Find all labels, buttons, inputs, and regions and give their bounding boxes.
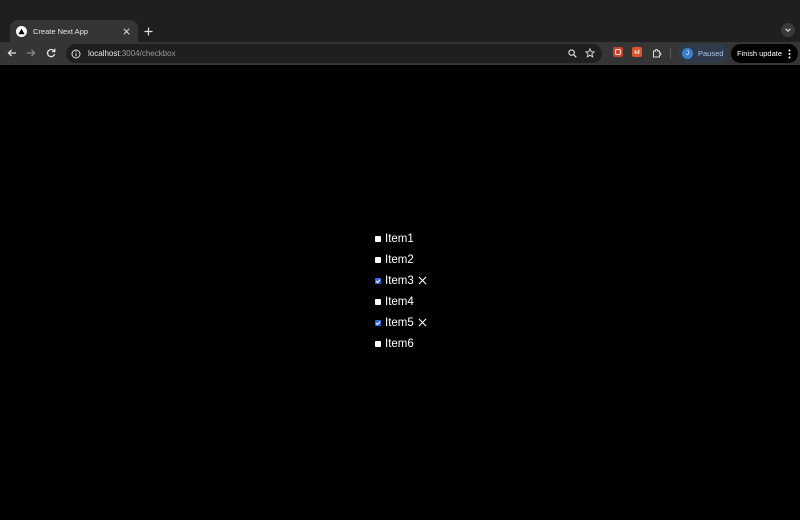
page-content: Item1 Item2 Item3 Item4 Item5 Item6 [0,65,800,520]
tab-strip: Create Next App [0,0,800,42]
list-item: Item3 [375,270,428,291]
profile-status: Paused [698,49,724,58]
kebab-menu-icon[interactable] [786,48,792,60]
list-item: Item1 [375,228,428,249]
item-checkbox[interactable] [375,340,381,347]
profile-button[interactable]: J Paused [678,44,728,63]
list-item: Item5 [375,312,428,333]
chevron-down-icon [785,28,791,32]
arrow-left-icon [7,49,16,57]
item-checkbox[interactable] [375,256,381,263]
back-button[interactable] [5,46,19,60]
avatar: J [682,48,693,59]
tab-title: Create Next App [33,26,89,36]
checkbox-list: Item1 Item2 Item3 Item4 Item5 Item6 [375,228,428,354]
list-item: Item4 [375,291,428,312]
site-info-icon[interactable] [70,48,82,60]
triangle-icon [16,25,27,37]
extensions-puzzle-icon[interactable] [650,46,664,60]
plus-icon [143,26,153,36]
browser-tab[interactable]: Create Next App [10,20,138,42]
browser-toolbar: localhost:3004/checkbox J Paused Finish … [0,42,800,65]
url-text[interactable]: localhost:3004/checkbox [88,49,176,58]
item-label: Item3 [385,274,414,287]
item-checkbox[interactable] [375,277,381,284]
toolbar-divider [670,48,671,59]
forward-button[interactable] [24,46,38,60]
finish-update-label: Finish update [737,49,783,58]
item-label: Item1 [385,232,414,245]
bookmark-star-icon[interactable] [584,47,596,59]
remove-item-icon[interactable] [418,318,428,328]
remove-item-icon[interactable] [418,276,428,286]
tab-search-button[interactable] [781,23,795,37]
url-host: localhost [88,49,120,58]
item-checkbox[interactable] [375,298,381,305]
item-checkbox[interactable] [375,235,381,242]
reload-button[interactable] [44,46,58,60]
extension-icon-1[interactable] [613,47,623,57]
item-label: Item4 [385,295,414,308]
checkmark-icon [375,278,381,283]
reload-icon [46,48,56,58]
item-checkbox[interactable] [375,319,381,326]
list-item: Item6 [375,333,428,354]
arrow-right-icon [27,49,36,57]
address-bar[interactable]: localhost:3004/checkbox [66,44,602,63]
item-label: Item6 [385,337,414,350]
finish-update-button[interactable]: Finish update [731,44,798,63]
close-icon[interactable] [120,25,132,37]
new-tab-button[interactable] [141,24,155,38]
extension-icon-2[interactable] [632,47,642,57]
list-item: Item2 [375,249,428,270]
zoom-icon[interactable] [566,47,578,59]
url-path: :3004/checkbox [119,49,176,58]
item-label: Item5 [385,316,414,329]
checkmark-icon [375,320,381,325]
item-label: Item2 [385,253,414,266]
